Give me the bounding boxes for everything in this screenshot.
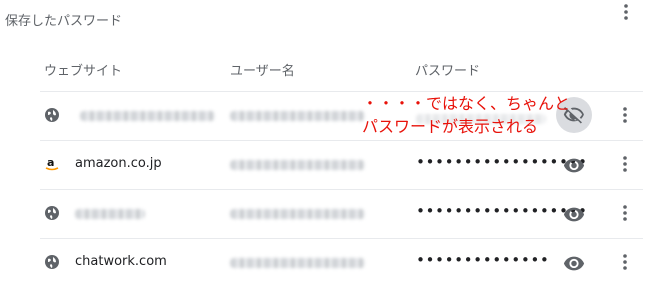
show-password-button[interactable]: [562, 202, 586, 226]
column-header-password: パスワード: [415, 64, 481, 79]
annotation-line-1: ・・・・ではなく、ちゃんと: [362, 94, 571, 113]
password-row: chatwork.com ••••••••••••••: [40, 238, 643, 288]
page-title: 保存したパスワード: [5, 14, 123, 29]
row-more-icon[interactable]: [615, 154, 635, 174]
globe-icon: [44, 107, 60, 123]
row-more-icon[interactable]: [615, 105, 635, 125]
password-row: a amazon.co.jp ••••••••••••••••••: [40, 140, 643, 190]
username-blurred: [230, 209, 365, 219]
show-password-button[interactable]: [562, 153, 586, 177]
column-header-website: ウェブサイト: [44, 64, 123, 79]
show-password-button[interactable]: [562, 251, 586, 275]
eye-icon: [563, 256, 585, 271]
globe-icon: [44, 205, 60, 221]
column-header-username: ユーザー名: [230, 64, 295, 79]
row-more-icon[interactable]: [615, 203, 635, 223]
username-blurred: [230, 111, 365, 121]
svg-text:a: a: [47, 156, 54, 169]
globe-icon: [44, 254, 60, 270]
annotation-note: ・・・・ではなく、ちゃんと パスワードが表示される: [362, 92, 570, 138]
row-more-icon[interactable]: [615, 252, 635, 272]
eye-icon: [563, 207, 585, 222]
more-actions-icon[interactable]: [616, 2, 636, 22]
site-name: chatwork.com: [75, 254, 167, 269]
password-masked: ••••••••••••••: [416, 251, 550, 269]
annotation-line-2: パスワードが表示される: [362, 117, 539, 136]
site-name-blurred: [75, 209, 145, 219]
username-blurred: [230, 160, 365, 170]
eye-icon: [563, 158, 585, 173]
username-blurred: [230, 258, 365, 268]
password-row: ••••••••••••••••••: [40, 189, 643, 239]
site-name: amazon.co.jp: [75, 156, 162, 171]
amazon-logo-icon: a: [44, 156, 60, 172]
site-name-blurred: [80, 111, 215, 121]
